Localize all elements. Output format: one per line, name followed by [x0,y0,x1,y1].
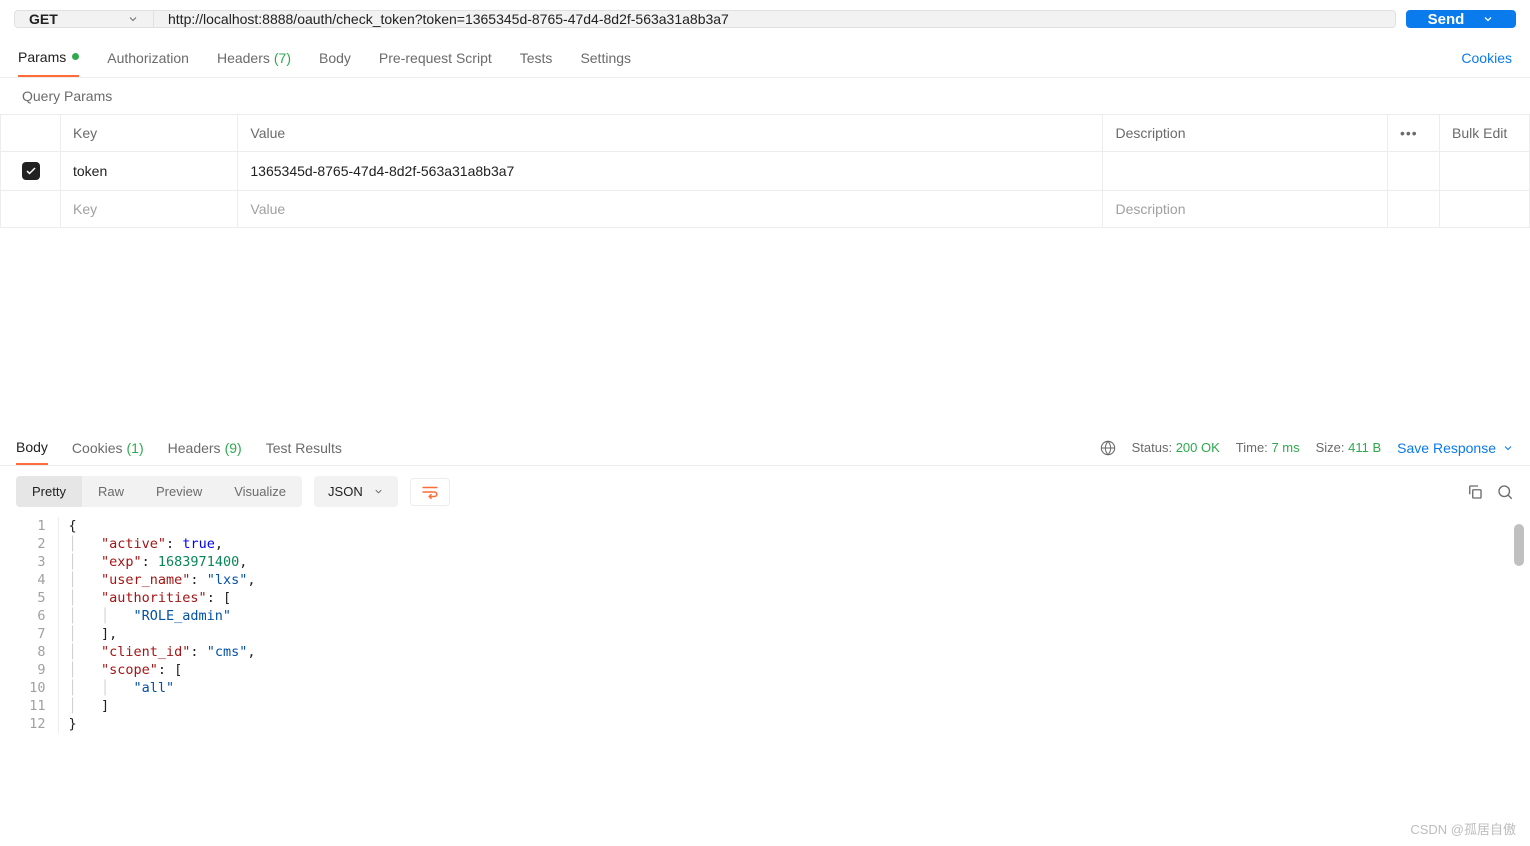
view-visualize[interactable]: Visualize [218,476,302,507]
query-params-label: Query Params [0,78,1530,114]
copy-icon [1466,483,1484,501]
http-method-value: GET [29,11,58,27]
response-body-viewer[interactable]: 1{2│ "active": true,3│ "exp": 1683971400… [0,517,1530,846]
url-value: http://localhost:8888/oauth/check_token?… [168,11,729,27]
tab-prerequest-script[interactable]: Pre-request Script [379,38,492,77]
tab-settings[interactable]: Settings [580,38,631,77]
network-icon[interactable] [1100,440,1116,456]
view-pretty[interactable]: Pretty [16,476,82,507]
row-checkbox[interactable] [22,162,40,180]
search-icon [1496,483,1514,501]
view-preview[interactable]: Preview [140,476,218,507]
param-description-input[interactable]: Description [1103,191,1388,228]
wrap-lines-button[interactable] [410,478,450,506]
more-options-button[interactable]: ••• [1388,115,1440,152]
tab-body[interactable]: Body [319,38,351,77]
tab-tests[interactable]: Tests [520,38,553,77]
size-meta: Size: 411 B [1316,440,1382,455]
param-key-input[interactable]: token [61,152,238,191]
save-response-button[interactable]: Save Response [1397,440,1514,456]
col-description: Description [1103,115,1388,152]
param-key-input[interactable]: Key [61,191,238,228]
param-description-input[interactable] [1103,152,1388,191]
param-value-input[interactable]: Value [238,191,1103,228]
copy-button[interactable] [1466,483,1484,501]
url-input[interactable]: http://localhost:8888/oauth/check_token?… [154,10,1396,28]
language-select[interactable]: JSON [314,476,398,507]
wrap-icon [421,485,439,499]
modified-dot-icon [72,53,79,60]
response-tab-body[interactable]: Body [16,430,48,465]
view-mode-pill: Pretty Raw Preview Visualize [16,476,302,507]
response-tab-test-results[interactable]: Test Results [266,430,342,465]
time-meta: Time: 7 ms [1236,440,1300,455]
table-row: token 1365345d-8765-47d4-8d2f-563a31a8b3… [1,152,1530,191]
http-method-select[interactable]: GET [14,10,154,28]
search-button[interactable] [1496,483,1514,501]
tab-headers[interactable]: Headers(7) [217,38,291,77]
query-params-table: Key Value Description ••• Bulk Edit toke… [0,114,1530,228]
watermark: CSDN @孤居自傲 [1410,819,1516,838]
chevron-down-icon [1482,13,1494,25]
chevron-down-icon [127,13,139,25]
param-value-input[interactable]: 1365345d-8765-47d4-8d2f-563a31a8b3a7 [238,152,1103,191]
checkbox-header [1,115,61,152]
chevron-down-icon [373,486,384,497]
response-tab-cookies[interactable]: Cookies(1) [72,430,144,465]
status-meta: Status: 200 OK [1132,440,1220,455]
send-button[interactable]: Send [1406,10,1516,28]
bulk-edit-button[interactable]: Bulk Edit [1440,115,1530,152]
col-key: Key [61,115,238,152]
response-tab-headers[interactable]: Headers(9) [168,430,242,465]
tab-authorization[interactable]: Authorization [107,38,189,77]
tab-params[interactable]: Params [18,38,79,77]
view-raw[interactable]: Raw [82,476,140,507]
chevron-down-icon [1502,442,1514,454]
table-row-empty: Key Value Description [1,191,1530,228]
scrollbar-thumb[interactable] [1514,524,1524,566]
col-value: Value [238,115,1103,152]
cookies-link[interactable]: Cookies [1461,50,1512,66]
